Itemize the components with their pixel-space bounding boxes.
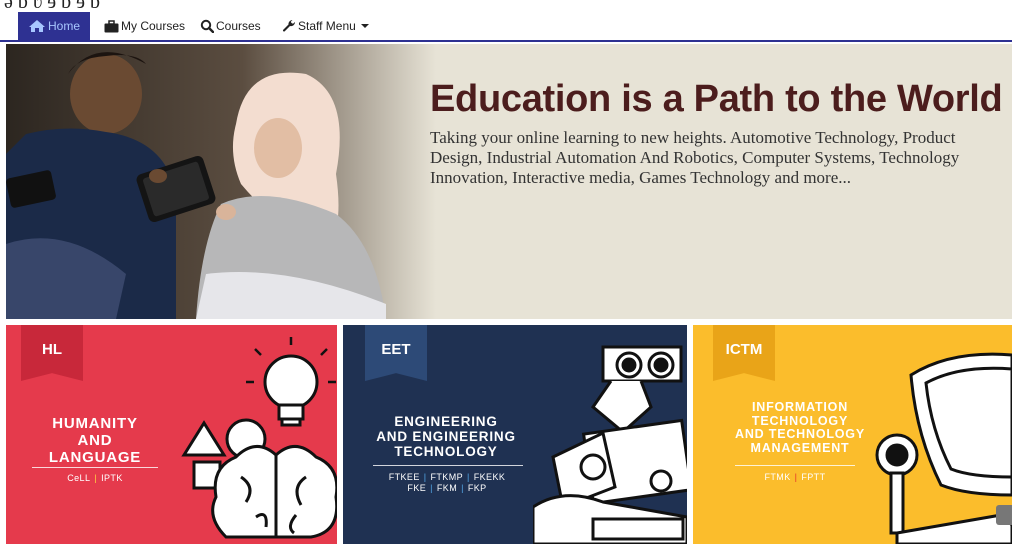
faculty-link[interactable]: FTMK [765,472,791,482]
nav-staff-menu-label: Staff Menu [298,19,356,33]
card-badge: EET [365,325,427,381]
nav-home-label: Home [47,19,80,33]
faculty-link[interactable]: FTKMP [431,472,464,482]
faculty-link[interactable]: IPTK [101,473,123,483]
students-with-tablets-photo [6,44,436,319]
card-title: HUMANITY AND LANGUAGE [48,415,142,466]
nav-my-courses[interactable]: My Courses [104,12,185,40]
hero-description: Taking your online learning to new heigh… [430,128,960,187]
card-title: ENGINEERING AND ENGINEERING TECHNOLOGY [376,414,516,459]
nav-courses-label: Courses [216,19,261,33]
category-card-information-technology[interactable]: ICTM INFORMATION TECHNOLOGY AND TECHNOLO… [693,325,1012,544]
category-card-engineering[interactable]: EET ENGINEERING AND ENGINEERING TECHNOLO… [343,325,687,544]
faculty-link[interactable]: CeLL [67,473,90,483]
faculty-link[interactable]: FKP [468,483,487,493]
home-icon [28,20,45,32]
faculty-link[interactable]: FTKEE [389,472,420,482]
chevron-down-icon[interactable] [360,24,369,28]
card-faculties: CeLL | IPTK [67,473,123,483]
card-divider [373,465,523,466]
nav-my-courses-label: My Courses [121,19,186,33]
nav-courses[interactable]: Courses [200,12,261,40]
nav-staff-menu[interactable]: Staff Menu [282,12,369,40]
nav-home[interactable]: Home [18,12,90,40]
card-badge: ICTM [713,325,775,381]
wrench-icon [282,19,296,32]
monitor-robot-arm-icon [875,352,1012,544]
faculty-link[interactable]: FKM [437,483,457,493]
card-divider [32,467,158,468]
main-navbar: Home My Courses Courses Staff Menu [0,12,1012,42]
card-badge: HL [21,325,83,381]
top-banner-fragment: ə ɓ ʋ ɘ ɓ ɘ ɓ [4,0,101,12]
card-faculties: FTMK | FPTT [764,472,826,482]
faculty-link[interactable]: FKE [407,483,426,493]
hero-banner: Education is a Path to the World Taking … [6,44,1012,319]
faculty-link[interactable]: FKEKK [474,472,506,482]
briefcase-icon [104,19,119,32]
card-faculties: FTKEE | FTKMP | FKEKK FKE | FKM | FKP [388,472,506,493]
card-title: INFORMATION TECHNOLOGY AND TECHNOLOGY MA… [735,400,865,455]
robot-icon [533,345,687,544]
hero-title: Education is a Path to the World [430,78,1003,120]
lightbulb-brain-shapes-icon [181,337,337,539]
scroll-to-top-button[interactable] [996,505,1012,525]
card-divider [735,465,855,466]
search-icon [200,19,214,33]
category-card-humanity-language[interactable]: HL HUMANITY AND LANGUAGE CeLL | IPTK [6,325,337,544]
faculty-link[interactable]: FPTT [801,472,825,482]
